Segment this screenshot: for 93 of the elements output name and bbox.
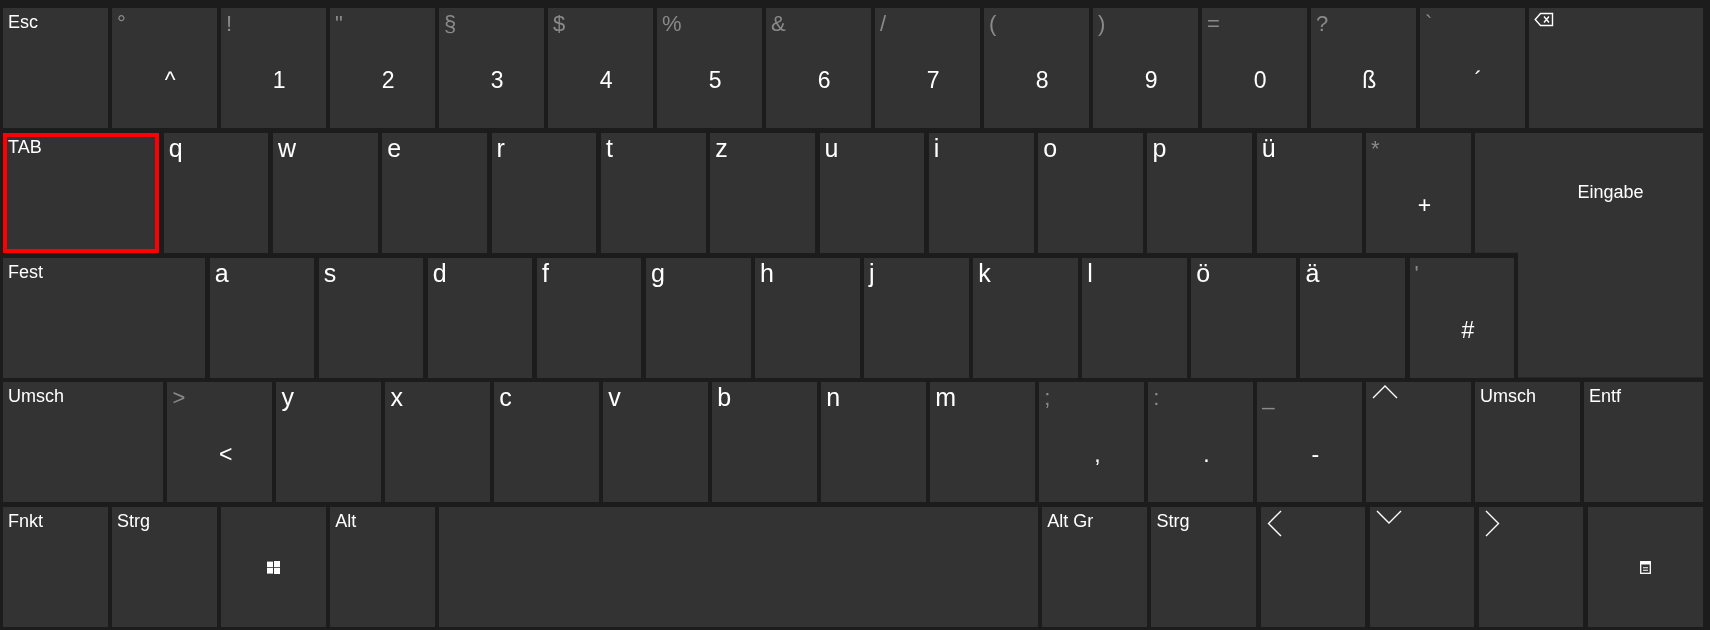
symbol-key[interactable]: / 7 (875, 8, 980, 128)
shift-character: _ (1262, 385, 1275, 412)
symbol-key[interactable]: ! 1 (221, 8, 326, 128)
letter-key[interactable]: ä (1300, 257, 1405, 378)
letter-key[interactable]: f (536, 257, 642, 378)
context-menu-icon (1639, 560, 1651, 574)
shift-character: : (1153, 385, 1160, 412)
symbol-key[interactable]: = 0 (1202, 8, 1307, 128)
arrow-key[interactable] (1478, 507, 1584, 627)
keyboard-key[interactable]: Esc (3, 8, 108, 128)
letter-key[interactable]: s (318, 257, 424, 378)
shift-character: $ (553, 11, 566, 37)
keyboard-key[interactable]: Strg (1151, 507, 1257, 627)
keyboard-key[interactable]: Umsch (3, 382, 163, 503)
letter-key[interactable]: ü (1256, 132, 1362, 253)
letter-key[interactable]: g (645, 257, 751, 378)
shift-character: ° (117, 11, 126, 37)
letter-key[interactable]: z (710, 132, 816, 253)
symbol-key[interactable]: > < (167, 382, 272, 503)
letter-key[interactable]: a (209, 257, 315, 378)
keyboard-key[interactable]: Strg (112, 507, 217, 627)
shift-character: / (880, 11, 887, 37)
letter-key[interactable]: p (1147, 132, 1253, 253)
symbol-key[interactable]: ? ß (1311, 8, 1416, 128)
shift-character: ) (1098, 11, 1106, 37)
shift-character: ; (1044, 385, 1051, 412)
symbol-key[interactable]: ( 8 (984, 8, 1089, 128)
letter-key[interactable]: ö (1191, 257, 1296, 378)
letter-key[interactable]: e (382, 132, 488, 253)
letter-key[interactable]: j (864, 257, 969, 378)
letter-key[interactable]: w (273, 132, 378, 253)
shift-character: * (1371, 135, 1380, 162)
keyboard-key[interactable]: Alt Gr (1042, 507, 1147, 627)
letter-key[interactable]: n (821, 382, 926, 503)
shift-character: > (172, 385, 186, 412)
shift-character: ( (989, 11, 997, 37)
letter-key[interactable]: c (494, 382, 599, 503)
backspace-icon (1534, 12, 1554, 27)
symbol-key[interactable]: " 2 (330, 8, 435, 128)
enter-key[interactable]: Eingabe (1475, 132, 1703, 378)
symbol-key[interactable]: : . (1148, 382, 1253, 503)
symbol-key[interactable]: ° ^ (112, 8, 217, 128)
letter-key[interactable]: m (930, 382, 1035, 503)
symbol-key[interactable]: $ 4 (548, 8, 653, 128)
symbol-key[interactable]: * + (1366, 132, 1471, 253)
keyboard-key[interactable]: Fnkt (3, 507, 108, 627)
letter-key[interactable]: x (385, 382, 490, 503)
letter-key[interactable]: t (600, 132, 706, 253)
symbol-key[interactable]: % 5 (657, 8, 762, 128)
arrow-key[interactable] (1260, 507, 1366, 627)
symbol-key[interactable]: _ - (1257, 382, 1362, 503)
keyboard-key[interactable]: Alt (330, 507, 435, 627)
chevron-right-icon (1484, 510, 1500, 537)
keyboard-key[interactable]: Umsch (1475, 382, 1580, 503)
letter-key[interactable]: r (491, 132, 597, 253)
shift-character: ` (1425, 11, 1433, 37)
symbol-key[interactable]: ) 9 (1093, 8, 1198, 128)
shift-character: = (1207, 11, 1220, 37)
symbol-key[interactable]: § 3 (439, 8, 544, 128)
letter-key[interactable]: b (712, 382, 817, 503)
shift-character: § (444, 11, 457, 37)
keyboard-key[interactable]: Fest (3, 257, 206, 378)
keyboard-key[interactable]: Entf (1584, 382, 1703, 503)
backspace-key[interactable] (1529, 8, 1703, 128)
letter-key[interactable]: h (755, 257, 860, 378)
letter-key[interactable]: v (603, 382, 708, 503)
letter-key[interactable]: o (1038, 132, 1143, 253)
arrow-key[interactable] (1366, 382, 1471, 503)
menu-key[interactable] (1587, 507, 1703, 627)
symbol-key[interactable]: ' # (1409, 257, 1515, 378)
letter-key[interactable]: k (973, 257, 1078, 378)
chevron-down-icon (1375, 510, 1402, 524)
shift-character: " (335, 11, 343, 37)
arrow-key[interactable] (1369, 507, 1475, 627)
symbol-key[interactable]: ` ´ (1420, 8, 1525, 128)
symbol-key[interactable]: ; , (1039, 382, 1144, 503)
shift-character: & (771, 11, 786, 37)
letter-key[interactable]: l (1082, 257, 1187, 378)
shift-character: % (662, 11, 682, 37)
letter-key[interactable]: y (276, 382, 381, 503)
shift-character: ! (226, 11, 233, 37)
letter-key[interactable]: u (819, 132, 925, 253)
chevron-left-icon (1266, 510, 1282, 537)
windows-logo-icon (267, 560, 280, 574)
letter-key[interactable]: d (427, 257, 533, 378)
symbol-key[interactable]: & 6 (766, 8, 871, 128)
shift-character: ? (1316, 11, 1329, 37)
windows-key[interactable] (221, 507, 326, 627)
keyboard-key[interactable]: TAB (3, 132, 160, 253)
letter-key[interactable]: q (163, 132, 269, 253)
shift-character: ' (1414, 260, 1419, 287)
letter-key[interactable]: i (928, 132, 1034, 253)
chevron-up-icon (1372, 385, 1399, 400)
